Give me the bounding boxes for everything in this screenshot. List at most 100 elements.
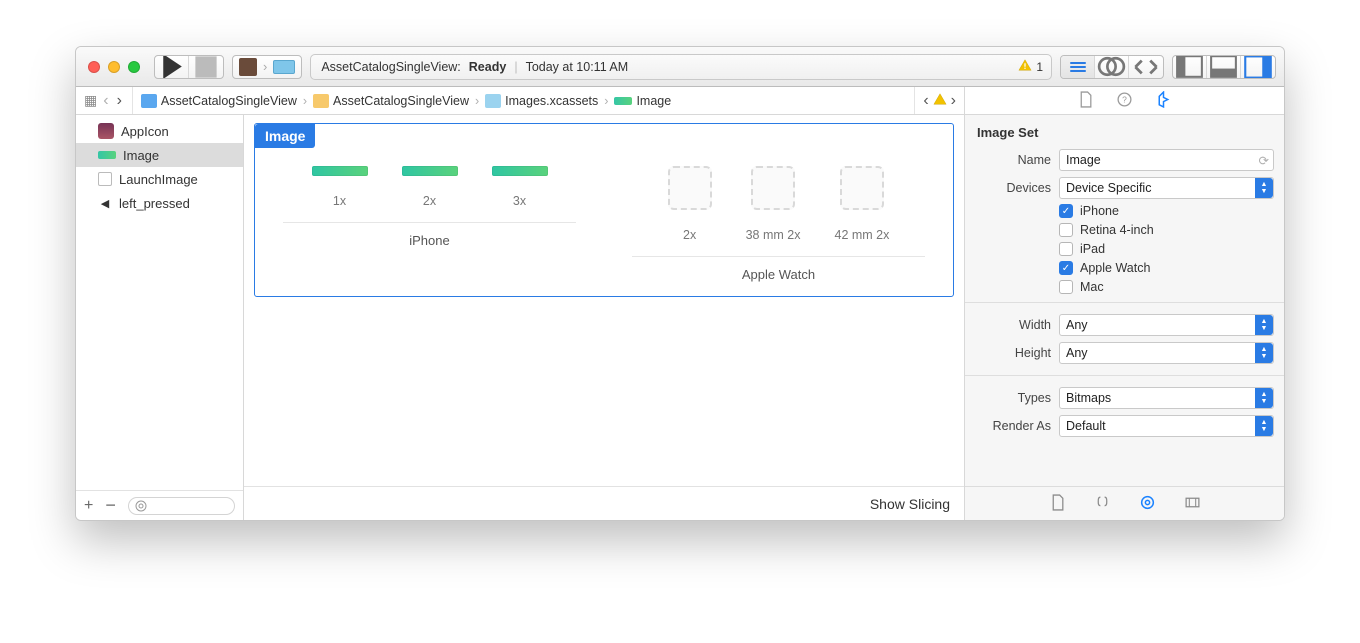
- render-label: Render As: [975, 419, 1051, 433]
- crumb-catalog[interactable]: Images.xcassets: [505, 94, 598, 108]
- empty-image-well: [840, 166, 884, 210]
- width-label: Width: [975, 318, 1051, 332]
- jump-bar: ▦ ‹ › AssetCatalogSingleView › AssetCata…: [76, 87, 1284, 115]
- version-editor-icon: [1129, 55, 1163, 79]
- image-slot-watch-2x[interactable]: 2x: [668, 166, 712, 242]
- image-slot-38mm-2x[interactable]: 38 mm 2x: [746, 166, 801, 242]
- image-slot-2x[interactable]: 2x: [402, 166, 458, 208]
- empty-image-well: [668, 166, 712, 210]
- check-iphone[interactable]: ✓ iPhone: [1059, 204, 1274, 218]
- zoom-window-button[interactable]: [128, 61, 140, 73]
- devices-label: Devices: [975, 181, 1051, 195]
- check-label: Retina 4-inch: [1080, 223, 1154, 237]
- render-popup[interactable]: Default ▲▼: [1059, 415, 1274, 437]
- check-ipad[interactable]: iPad: [1059, 242, 1274, 256]
- popup-arrows-icon: ▲▼: [1255, 388, 1273, 408]
- left-panel-icon: [1173, 55, 1206, 79]
- inspector-body: Image Set Name Image ⟳ Devices Device: [965, 115, 1284, 486]
- scheme-app-icon: [239, 58, 257, 76]
- image-thumbnail: [402, 166, 458, 176]
- run-stop-segment: [154, 55, 224, 79]
- asset-editor: Image 1x 2x: [244, 115, 964, 520]
- next-issue-button[interactable]: ›: [951, 92, 956, 110]
- standard-editor-button[interactable]: [1061, 56, 1095, 78]
- asset-item-leftpressed[interactable]: ◀ left_pressed: [76, 191, 243, 215]
- toggle-debug-area-button[interactable]: [1207, 56, 1241, 78]
- checkbox-icon: [1059, 223, 1073, 237]
- status-separator: |: [514, 60, 517, 74]
- width-popup[interactable]: Any ▲▼: [1059, 314, 1274, 336]
- scheme-destination-icon: [273, 60, 295, 74]
- panel-toggle-segment: [1172, 55, 1276, 79]
- related-items-nav: ▦ ‹ ›: [76, 87, 133, 114]
- check-mac[interactable]: Mac: [1059, 280, 1274, 294]
- warning-icon[interactable]: [933, 92, 947, 109]
- code-snippet-library-tab[interactable]: [1094, 494, 1111, 514]
- name-input[interactable]: Image ⟳: [1059, 149, 1274, 171]
- name-label: Name: [975, 153, 1051, 167]
- crumb-asset[interactable]: Image: [636, 94, 671, 108]
- prev-issue-button[interactable]: ‹: [923, 92, 928, 110]
- assistant-editor-button[interactable]: [1095, 56, 1129, 78]
- check-retina4[interactable]: Retina 4-inch: [1059, 223, 1274, 237]
- popup-arrows-icon: ▲▼: [1255, 315, 1273, 335]
- device-group-watch: 2x 38 mm 2x 42 mm 2x: [604, 154, 953, 282]
- add-asset-button[interactable]: +: [84, 497, 93, 515]
- toggle-inspector-button[interactable]: [1241, 56, 1275, 78]
- issue-indicator[interactable]: 1: [1018, 58, 1043, 75]
- field-render-as: Render As Default ▲▼: [975, 412, 1274, 440]
- asset-list[interactable]: AppIcon Image LaunchImage ◀ left_pressed: [76, 115, 243, 490]
- run-button[interactable]: [155, 56, 189, 78]
- toggle-navigator-button[interactable]: [1173, 56, 1207, 78]
- quick-help-tab[interactable]: ?: [1116, 91, 1133, 111]
- media-library-tab[interactable]: [1184, 494, 1201, 514]
- asset-filter-field[interactable]: [128, 497, 235, 515]
- check-label: iPhone: [1080, 204, 1119, 218]
- height-popup[interactable]: Any ▲▼: [1059, 342, 1274, 364]
- file-template-library-tab[interactable]: [1049, 494, 1066, 514]
- devices-popup[interactable]: Device Specific ▲▼: [1059, 177, 1274, 199]
- remove-asset-button[interactable]: −: [105, 495, 116, 516]
- related-items-icon[interactable]: ▦: [84, 92, 97, 109]
- slot-label: 42 mm 2x: [835, 228, 890, 242]
- device-checklist: ✓ iPhone Retina 4-inch iPad ✓ Apple Watc…: [975, 202, 1274, 294]
- arrow-left-icon: ◀: [98, 196, 112, 210]
- check-applewatch[interactable]: ✓ Apple Watch: [1059, 261, 1274, 275]
- show-slicing-button[interactable]: Show Slicing: [870, 496, 950, 512]
- image-slot-1x[interactable]: 1x: [312, 166, 368, 208]
- asset-item-image[interactable]: Image: [76, 143, 243, 167]
- asset-outline-footer: + −: [76, 490, 243, 520]
- asset-outline: AppIcon Image LaunchImage ◀ left_pressed…: [76, 115, 244, 520]
- version-editor-button[interactable]: [1129, 56, 1163, 78]
- breadcrumb: AssetCatalogSingleView › AssetCatalogSin…: [133, 94, 914, 108]
- asset-item-label: left_pressed: [119, 196, 190, 211]
- empty-image-well: [751, 166, 795, 210]
- asset-item-appicon[interactable]: AppIcon: [76, 119, 243, 143]
- nav-back-button[interactable]: ‹: [101, 92, 110, 110]
- scheme-selector[interactable]: ›: [232, 55, 302, 79]
- status-project: AssetCatalogSingleView:: [321, 60, 460, 74]
- types-popup[interactable]: Bitmaps ▲▼: [1059, 387, 1274, 409]
- attributes-inspector-tab[interactable]: [1155, 91, 1172, 111]
- crumb-group[interactable]: AssetCatalogSingleView: [333, 94, 469, 108]
- asset-item-launchimage[interactable]: LaunchImage: [76, 167, 243, 191]
- asset-catalog-icon: [485, 94, 501, 108]
- check-label: iPad: [1080, 242, 1105, 256]
- stop-button[interactable]: [189, 56, 223, 78]
- asset-canvas[interactable]: Image 1x 2x: [244, 115, 964, 486]
- nav-forward-button[interactable]: ›: [115, 92, 124, 110]
- crumb-project[interactable]: AssetCatalogSingleView: [161, 94, 297, 108]
- chevron-right-icon: ›: [473, 94, 481, 108]
- height-value: Any: [1066, 346, 1088, 360]
- minimize-window-button[interactable]: [108, 61, 120, 73]
- popup-arrows-icon: ▲▼: [1255, 178, 1273, 198]
- close-window-button[interactable]: [88, 61, 100, 73]
- types-label: Types: [975, 391, 1051, 405]
- clear-field-icon[interactable]: ⟳: [1259, 153, 1269, 168]
- image-slot-42mm-2x[interactable]: 42 mm 2x: [835, 166, 890, 242]
- titlebar: › AssetCatalogSingleView: Ready | Today …: [76, 47, 1284, 87]
- image-slot-3x[interactable]: 3x: [492, 166, 548, 208]
- object-library-tab[interactable]: [1139, 494, 1156, 514]
- file-inspector-tab[interactable]: [1077, 91, 1094, 111]
- body: AppIcon Image LaunchImage ◀ left_pressed…: [76, 115, 1284, 520]
